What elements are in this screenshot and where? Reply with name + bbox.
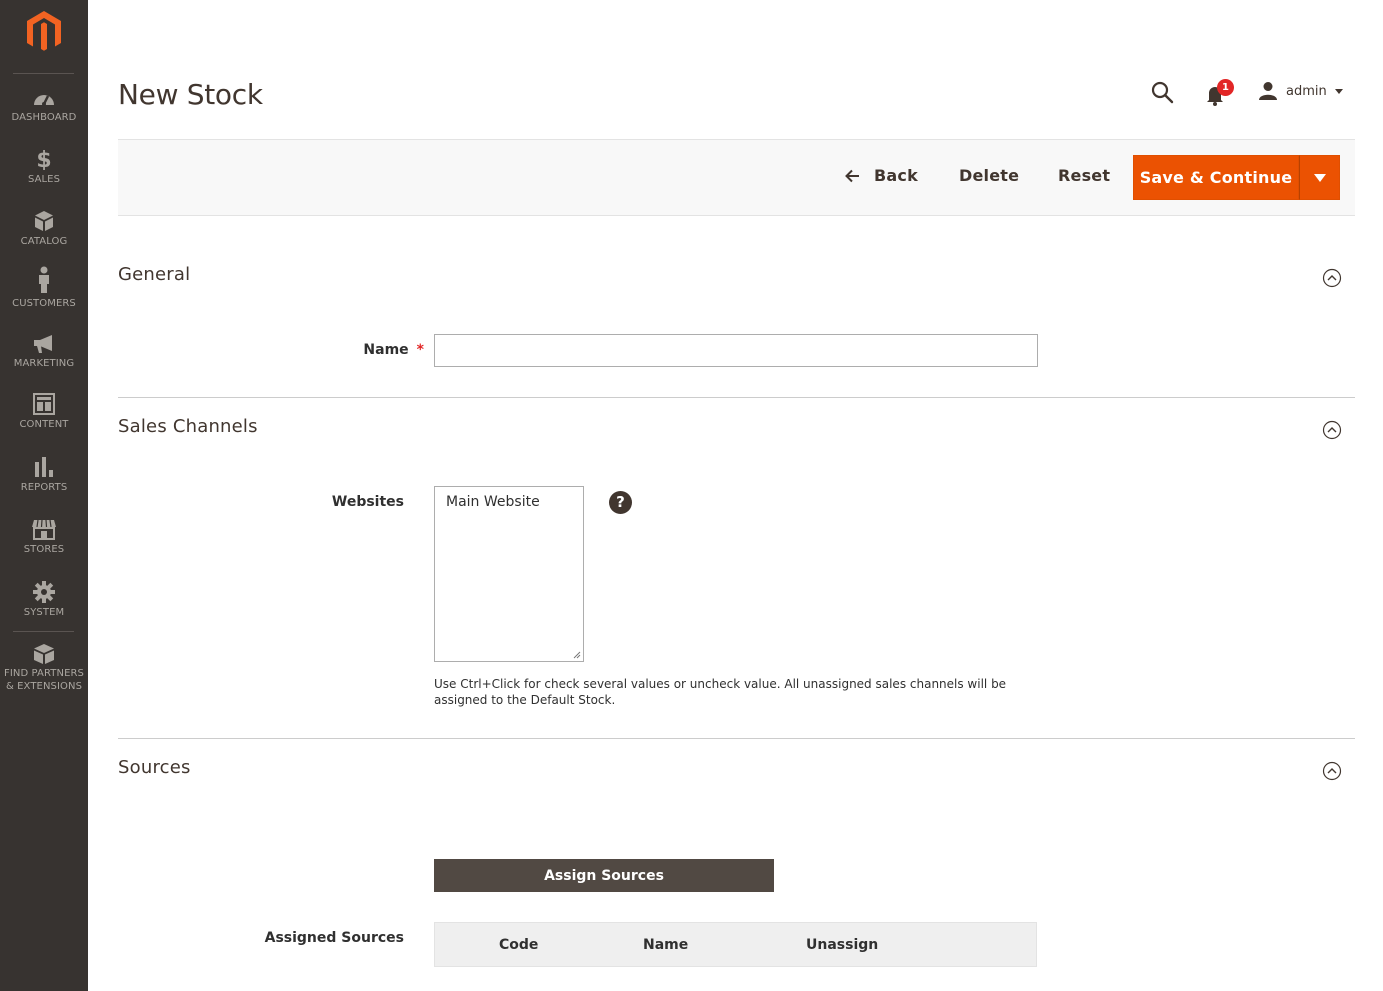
sidebar-item-content[interactable]: CONTENT [0, 393, 88, 453]
sidebar-item-sales[interactable]: $ SALES [0, 148, 88, 208]
section-title-sales-channels[interactable]: Sales Channels [118, 416, 258, 437]
dollar-icon: $ [36, 148, 51, 170]
collapse-general-button[interactable] [1322, 268, 1342, 288]
help-question-icon[interactable]: ? [609, 491, 632, 514]
assigned-sources-label: Assigned Sources [264, 930, 404, 946]
save-split-button: Save & Continue [1133, 155, 1340, 200]
page-title: New Stock [118, 78, 263, 111]
sidebar-item-dashboard[interactable]: DASHBOARD [0, 88, 88, 148]
sidebar-item-label: CUSTOMERS [12, 298, 76, 309]
back-button-label: Back [874, 166, 918, 185]
section-title-sources[interactable]: Sources [118, 757, 191, 778]
assign-sources-button[interactable]: Assign Sources [434, 859, 774, 892]
back-button[interactable]: Back [845, 166, 918, 185]
websites-field-label: Websites [331, 494, 404, 510]
admin-user-name: admin [1286, 83, 1327, 99]
collapse-sales-channels-button[interactable] [1322, 420, 1342, 440]
sidebar-item-stores[interactable]: STORES [0, 519, 88, 579]
name-field-label: Name * [300, 342, 424, 358]
sidebar-item-label: CONTENT [19, 419, 69, 430]
speedometer-icon [34, 95, 54, 106]
sidebar-item-label-line1: FIND PARTNERS [3, 668, 85, 679]
arrow-left-icon [845, 169, 859, 182]
sidebar-item-label: DASHBOARD [11, 112, 77, 123]
layout-icon [33, 393, 55, 415]
section-divider [118, 738, 1355, 739]
save-and-continue-button[interactable]: Save & Continue [1133, 155, 1299, 200]
megaphone-icon [34, 335, 52, 353]
delete-button[interactable]: Delete [959, 166, 1019, 185]
cube-icon [34, 644, 54, 664]
column-header-unassign: Unassign [806, 937, 879, 953]
chevron-down-icon [1334, 88, 1343, 94]
search-icon [1151, 81, 1174, 104]
user-icon [1259, 82, 1277, 100]
bar-chart-icon [35, 457, 53, 477]
sidebar-item-reports[interactable]: REPORTS [0, 456, 88, 516]
storefront-icon [32, 519, 56, 540]
box-icon [35, 211, 53, 231]
sidebar-item-customers[interactable]: CUSTOMERS [0, 266, 88, 326]
name-input[interactable] [434, 334, 1038, 367]
reset-button[interactable]: Reset [1058, 166, 1110, 185]
name-label-text: Name [363, 342, 409, 358]
page-actions-bar: Back Delete Reset Save & Continue [118, 139, 1355, 216]
column-header-name[interactable]: Name [643, 937, 688, 953]
required-asterisk: * [416, 342, 424, 358]
sidebar-item-label: FIND PARTNERS & EXTENSIONS [0, 667, 88, 693]
websites-option[interactable]: Main Website [435, 487, 583, 517]
sidebar-item-partners[interactable]: FIND PARTNERS & EXTENSIONS [0, 643, 88, 697]
sidebar-item-label: MARKETING [13, 358, 75, 369]
magento-logo-icon[interactable] [24, 9, 64, 53]
chevron-up-circle-icon [1322, 761, 1342, 781]
sidebar-item-label: REPORTS [20, 482, 68, 493]
sidebar-item-label: SYSTEM [23, 607, 65, 618]
column-header-code[interactable]: Code [499, 937, 538, 953]
sidebar-item-label: CATALOG [20, 236, 68, 247]
section-title-general[interactable]: General [118, 264, 190, 285]
sidebar-divider [13, 73, 74, 74]
sidebar-item-label: STORES [23, 544, 65, 555]
chevron-up-circle-icon [1322, 268, 1342, 288]
global-search-button[interactable] [1150, 80, 1174, 104]
sidebar-divider [13, 631, 74, 632]
sidebar-item-label-line2: & EXTENSIONS [5, 681, 83, 692]
sidebar-item-system[interactable]: SYSTEM [0, 581, 88, 641]
caret-down-icon [1313, 173, 1326, 182]
sidebar-item-marketing[interactable]: MARKETING [0, 334, 88, 394]
notifications-count-badge: 1 [1217, 79, 1234, 96]
sidebar-item-label: SALES [27, 174, 61, 185]
section-divider [118, 397, 1355, 398]
resize-grip-icon[interactable] [573, 651, 581, 659]
websites-field-note: Use Ctrl+Click for check several values … [434, 677, 1007, 707]
person-icon [39, 266, 49, 293]
sidebar-item-catalog[interactable]: CATALOG [0, 210, 88, 270]
gear-icon [33, 581, 55, 603]
save-options-toggle[interactable] [1299, 155, 1340, 200]
admin-user-menu[interactable]: admin [1258, 80, 1343, 102]
collapse-sources-button[interactable] [1322, 761, 1342, 781]
svg-text:$: $ [36, 148, 51, 170]
chevron-up-circle-icon [1322, 420, 1342, 440]
admin-sidebar: DASHBOARD $ SALES CATALOG CUSTOMERS MARK… [0, 0, 88, 991]
assigned-sources-grid-header: Code Name Unassign [434, 922, 1037, 967]
notifications-button[interactable]: 1 [1205, 79, 1237, 106]
websites-multiselect[interactable]: Main Website [434, 486, 584, 662]
